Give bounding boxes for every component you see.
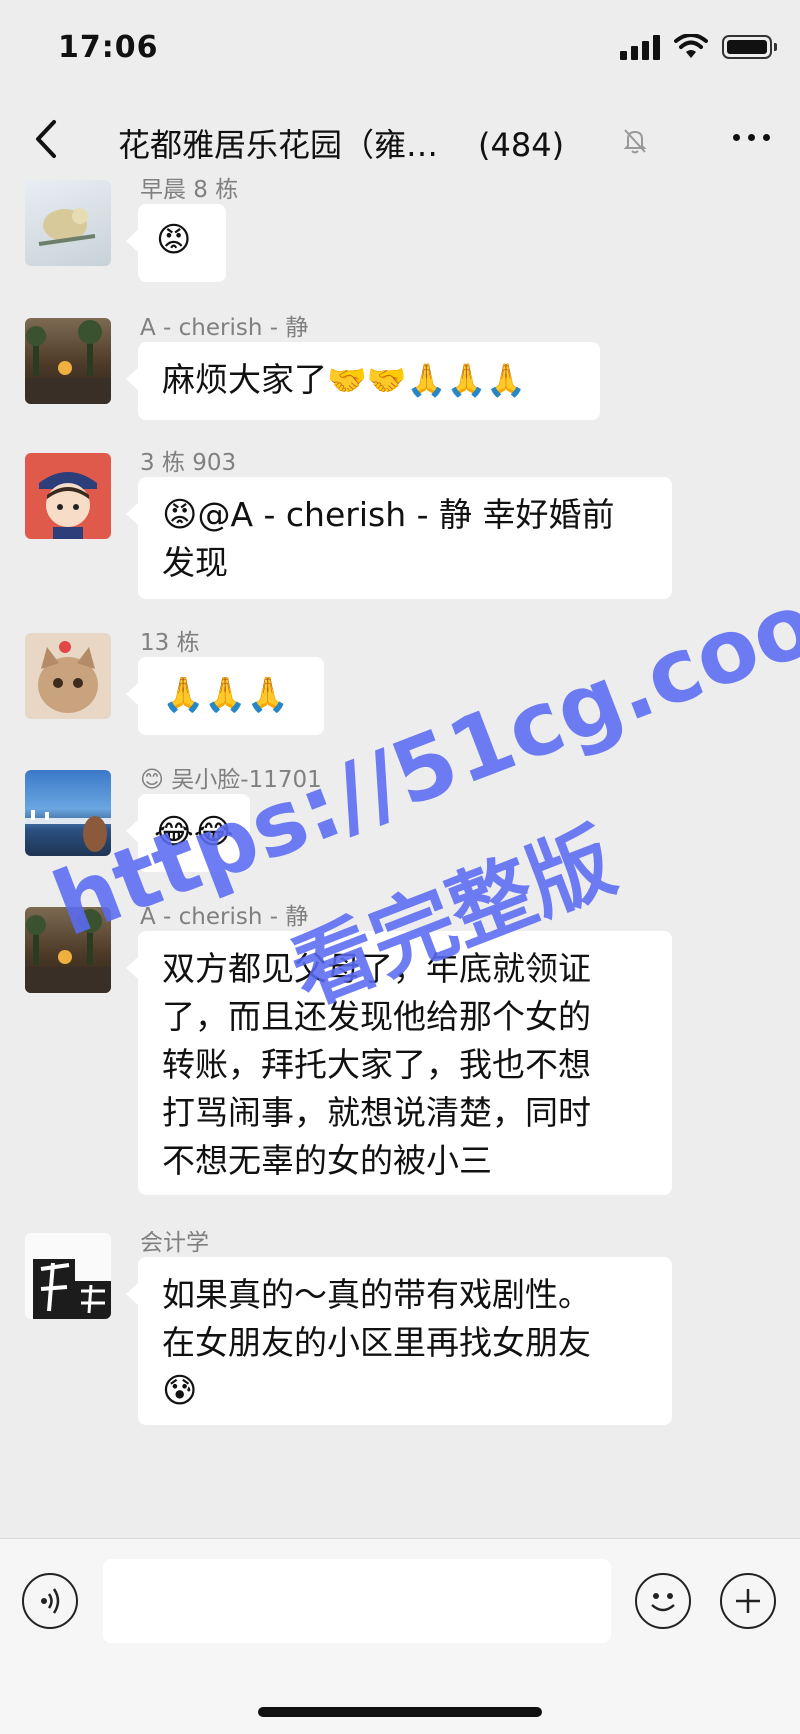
message-input[interactable] (103, 1559, 611, 1643)
sender-name: 会计学 (140, 1230, 209, 1256)
message-line: 😡@A - cherish - 静 幸好婚前 (162, 491, 648, 539)
avatar-image (25, 320, 111, 404)
more-actions-button[interactable] (720, 1573, 776, 1629)
status-icons (620, 34, 777, 60)
avatar[interactable] (25, 318, 111, 404)
battery-icon (722, 35, 777, 59)
message-bubble[interactable]: 😡 (126, 204, 226, 282)
message-line: 发现 (162, 543, 228, 582)
avatar[interactable] (25, 907, 111, 993)
message-emojis: 🤝🤝🙏🙏🙏 (327, 361, 527, 399)
avatar-image (25, 453, 111, 539)
message-line: 不想无辜的女的被小三 (162, 1141, 492, 1180)
more-options-button[interactable] (733, 134, 770, 141)
plus-icon (736, 1589, 760, 1613)
message-bubble[interactable]: 😂😂 (126, 794, 250, 872)
cellular-signal-icon (620, 34, 660, 60)
sender-name: 3 栋 903 (140, 450, 237, 476)
sender-name: A - cherish - 静 (140, 315, 309, 341)
input-bar (0, 1538, 800, 1734)
member-count: (484) (478, 126, 565, 164)
voice-icon (41, 1588, 60, 1614)
emoji-icon (651, 1593, 675, 1612)
message-line: 转账，拜托大家了，我也不想 (162, 1045, 591, 1084)
chat-header: 花都雅居乐花园（雍… (484) (0, 100, 800, 180)
message-emojis: 😂😂 (154, 812, 234, 852)
message-bubble[interactable]: 双方都见父母了，年底就领证 了，而且还发现他给那个女的 转账，拜托大家了，我也不… (126, 931, 672, 1195)
dot (748, 134, 755, 141)
message-bubble[interactable]: 🙏🙏🙏 (126, 657, 324, 735)
back-button[interactable] (28, 116, 68, 162)
sender-name: A - cherish - 静 (140, 904, 309, 930)
message-line: 如果真的～真的带有戏剧性。 (162, 1275, 591, 1314)
message-text: @A - cherish - 静 幸好婚前 (197, 495, 615, 534)
status-bar: 17:06 (0, 0, 800, 100)
message-line: 在女朋友的小区里再找女朋友 (162, 1323, 591, 1362)
avatar-image (38, 641, 98, 713)
avatar[interactable] (25, 633, 111, 719)
sender-name: 😊 吴小脸-11701 (140, 767, 322, 793)
angry-emoji: 😡 (156, 220, 192, 260)
avatar-image (25, 909, 111, 993)
mute-bell-icon (623, 129, 647, 154)
avatar[interactable] (25, 180, 111, 266)
avatar[interactable] (25, 770, 111, 856)
avatar[interactable] (25, 453, 111, 539)
message-line: 双方都见父母了，年底就领证 (162, 949, 591, 988)
status-time: 17:06 (58, 30, 159, 65)
group-name: 花都雅居乐花园（雍… (118, 126, 439, 164)
avatar-image (25, 810, 111, 852)
dot (763, 134, 770, 141)
worried-emoji: 😰 (162, 1371, 198, 1411)
avatar[interactable] (25, 1233, 111, 1319)
smile-emoji: 😊 (140, 767, 164, 793)
angry-emoji: 😡 (162, 495, 198, 535)
chat-title: 花都雅居乐花园（雍… (484) (118, 120, 564, 166)
wifi-icon (674, 34, 708, 58)
sender-name: 早晨 8 栋 (140, 177, 239, 203)
message-line: 打骂闹事，就想说清楚，同时 (162, 1093, 591, 1132)
dot (733, 134, 740, 141)
sender-name: 13 栋 (140, 630, 200, 656)
message-bubble[interactable]: 😡@A - cherish - 静 幸好婚前 发现 (126, 477, 672, 599)
message-bubble[interactable]: 麻烦大家了🤝🤝🙏🙏🙏 (126, 342, 600, 420)
message-text: 麻烦大家了 (162, 360, 327, 399)
avatar-image (25, 1233, 111, 1319)
home-indicator (258, 1707, 542, 1717)
message-emojis: 🙏🙏🙏 (162, 675, 290, 715)
message-list[interactable]: 早晨 8 栋 😡 A - cherish - 静 麻烦大家了🤝🤝🙏🙏🙏 3 栋 … (0, 177, 800, 1535)
message-line: 了，而且还发现他给那个女的 (162, 997, 591, 1036)
voice-input-button[interactable] (22, 1573, 78, 1629)
message-bubble[interactable]: 如果真的～真的带有戏剧性。 在女朋友的小区里再找女朋友 😰 (126, 1257, 672, 1425)
emoji-button[interactable] (635, 1573, 691, 1629)
avatar-image (38, 208, 96, 246)
